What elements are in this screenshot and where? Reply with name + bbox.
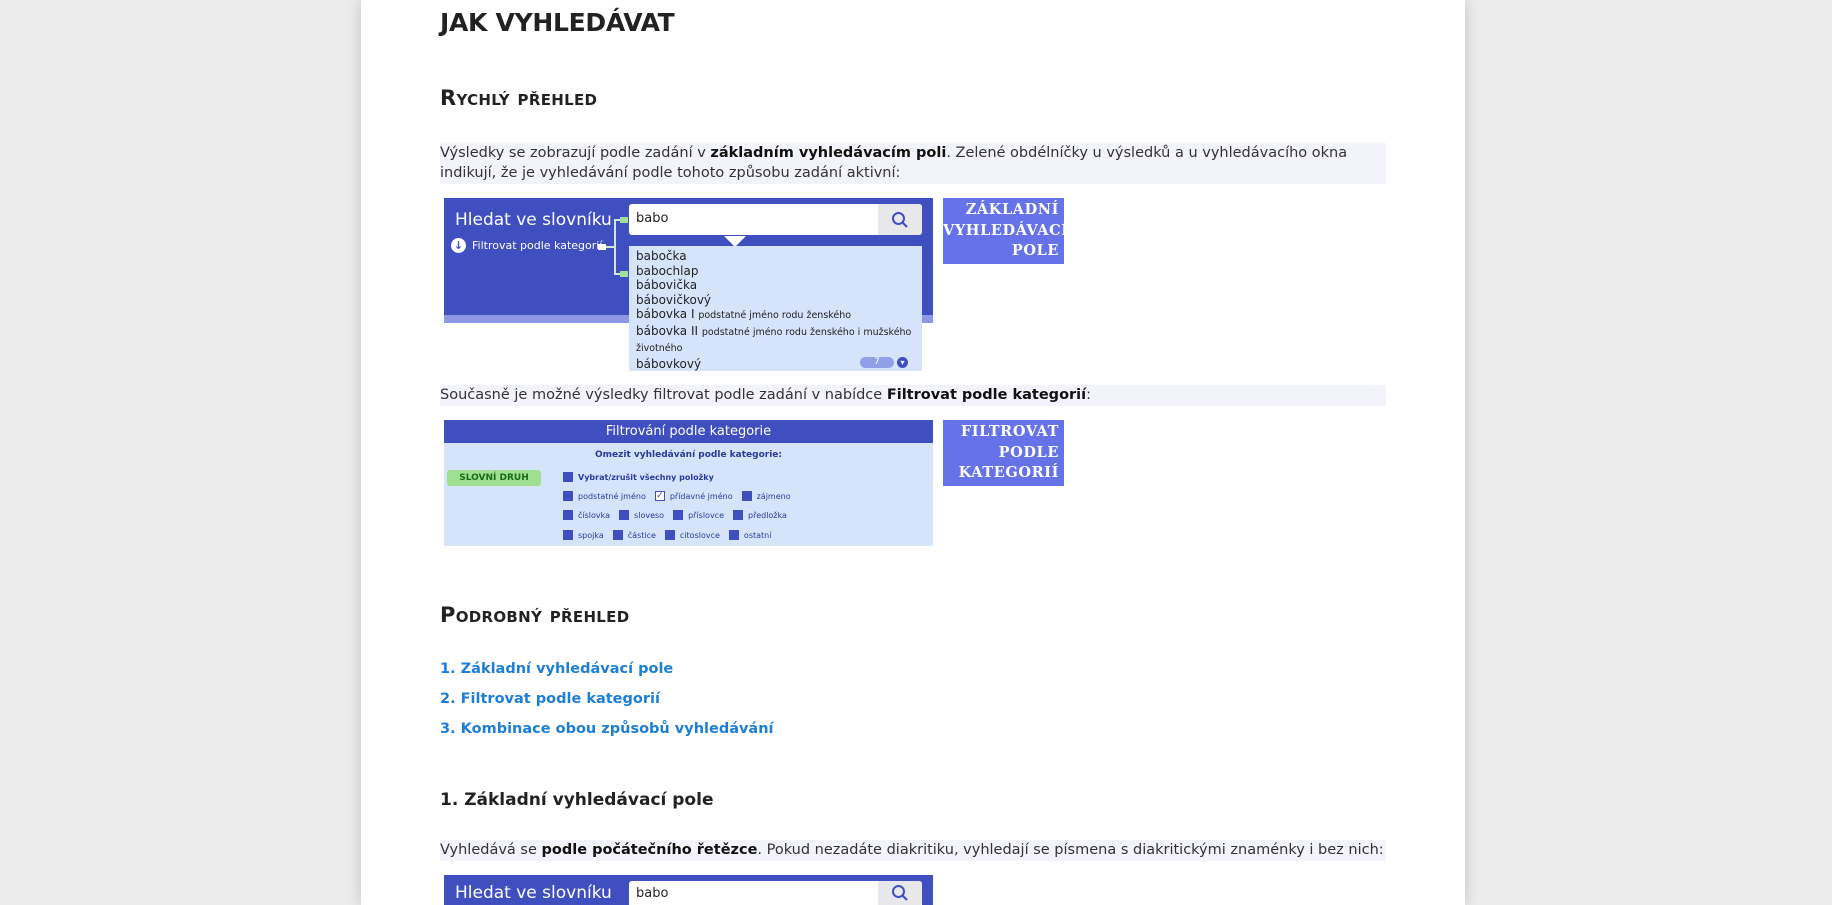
checkbox[interactable] <box>612 530 623 540</box>
select-all-row[interactable]: Vybrat/zrušit všechny položky <box>563 472 714 482</box>
page: JAK VYHLEDÁVAT Rychlý přehled Výsledky s… <box>361 0 1465 905</box>
filter-demo-header: Filtrování podle kategorie <box>444 420 933 443</box>
active-indicator <box>620 217 628 223</box>
search-demo-title: Hledat ve slovníku <box>455 210 612 230</box>
filter-demo-subheader: Omezit vyhledávání podle kategorie: <box>594 450 782 460</box>
suggestion-item[interactable]: babochlap <box>636 264 922 279</box>
checkbox[interactable] <box>673 510 684 520</box>
search-icon <box>892 211 908 228</box>
search-demo-title: Hledat ve slovníku <box>455 883 612 903</box>
paragraph-prefix: Vyhledává se podle počátečního řetězce. … <box>440 840 1386 861</box>
search-input[interactable]: babo <box>629 204 922 235</box>
section-heading-rychly: Rychlý přehled <box>440 86 598 110</box>
checkbox-checked[interactable]: ✓ <box>654 491 665 501</box>
link-filter-categories[interactable]: 2. Filtrovat podle kategorií <box>440 691 660 707</box>
checkbox[interactable] <box>563 510 573 520</box>
checkbox-row: číslovka sloveso příslovce předložka <box>563 510 796 520</box>
connector-line <box>614 219 616 274</box>
search-query: babo <box>636 211 669 226</box>
checkbox[interactable] <box>741 491 752 501</box>
link-combination[interactable]: 3. Kombinace obou způsobů vyhledávání <box>440 721 774 737</box>
paragraph-filter: Současně je možné výsledky filtrovat pod… <box>440 385 1386 406</box>
checkbox[interactable] <box>733 510 743 520</box>
connector-square <box>598 244 606 250</box>
result-count-badge: 7 <box>860 357 894 368</box>
checkbox[interactable] <box>563 491 573 501</box>
search-demo-filter-label: Filtrovat podle kategorií <box>472 239 603 252</box>
filter-demo-image: Filtrování podle kategorie Omezit vyhled… <box>444 420 933 546</box>
checkbox[interactable] <box>563 472 573 482</box>
arrow-down-circle-icon: ↓ <box>451 238 466 253</box>
para-text: Výsledky se zobrazují podle zadání v <box>440 145 711 161</box>
paragraph-intro: Výsledky se zobrazují podle zadání v zák… <box>440 143 1386 184</box>
suggestion-item[interactable]: bábovka II podstatné jméno rodu ženského… <box>636 324 922 357</box>
search-input[interactable]: babo <box>629 881 922 905</box>
search-query: babo <box>636 886 669 901</box>
suggestion-item[interactable]: bábovka I podstatné jméno rodu ženského <box>636 307 922 324</box>
checkbox[interactable] <box>664 530 675 540</box>
suggestion-item[interactable]: babočka <box>636 249 922 264</box>
suggestion-item[interactable]: bábovičkový <box>636 293 922 308</box>
page-title: JAK VYHLEDÁVAT <box>440 8 675 37</box>
search-icon <box>892 885 908 901</box>
section-heading-podrobny: Podrobný přehled <box>440 603 630 627</box>
label-basic-search: ZÁKLADNÍ VYHLEDÁVACÍ POLE <box>943 198 1068 264</box>
checkbox[interactable] <box>619 510 630 520</box>
active-indicator <box>620 271 628 277</box>
more-results-button[interactable]: ▾ <box>897 357 908 368</box>
checkbox[interactable] <box>563 530 573 540</box>
section-heading-zakladni: 1. Základní vyhledávací pole <box>440 790 714 810</box>
search-demo-image-2: Hledat ve slovníku babo <box>444 875 933 905</box>
search-demo-filter: ↓ Filtrovat podle kategorií <box>451 238 602 253</box>
checkbox[interactable] <box>728 530 739 540</box>
checkbox-row: spojka částice citoslovce ostatní <box>563 530 780 540</box>
link-basic-search[interactable]: 1. Základní vyhledávací pole <box>440 661 673 677</box>
category-button[interactable]: SLOVNÍ DRUH <box>447 470 541 486</box>
checkbox-row: podstatné jméno ✓ přídavné jméno zájmeno <box>563 491 800 501</box>
search-button[interactable] <box>878 204 922 235</box>
suggestion-list: babočka babochlap bábovička bábovičkový … <box>629 246 922 371</box>
para-bold: základním vyhledávacím poli <box>710 145 947 161</box>
label-filter-categories: FILTROVAT PODLE KATEGORIÍ <box>943 420 1064 486</box>
search-button[interactable] <box>878 881 922 905</box>
suggestion-item[interactable]: bábovička <box>636 278 922 293</box>
